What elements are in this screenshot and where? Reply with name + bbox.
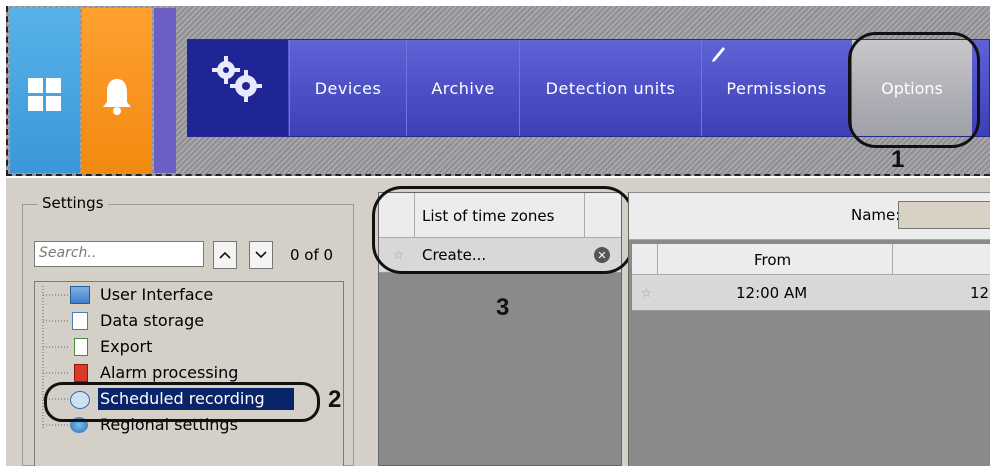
name-input[interactable] [898, 201, 990, 229]
pencil-icon [712, 47, 725, 62]
search-result-count: 0 of 0 [290, 246, 334, 264]
from-column-header: From [754, 251, 792, 269]
callout-number-2: 2 [328, 386, 342, 413]
chevron-down-icon [255, 251, 267, 259]
windows-tile[interactable] [10, 8, 80, 173]
up-arrow-button[interactable] [213, 241, 237, 269]
row-star-icon: ☆ [641, 286, 652, 300]
alarm-processing-icon [74, 364, 88, 382]
nav-detection-units[interactable]: Detection units [519, 40, 701, 136]
nav-archive[interactable]: Archive [406, 40, 519, 136]
callout-oval-1 [848, 32, 980, 148]
settings-title: Settings [38, 194, 108, 212]
callout-oval-3 [372, 186, 634, 274]
callout-oval-2 [44, 382, 320, 422]
to-time-value-partial[interactable]: 12 [970, 284, 989, 302]
gears-icon [212, 56, 262, 102]
nav-permissions[interactable]: Permissions [701, 40, 851, 136]
windows-icon [28, 78, 61, 111]
from-time-value[interactable]: 12:00 AM [736, 284, 807, 302]
nav-devices[interactable]: Devices [289, 40, 406, 136]
schedule-row[interactable] [632, 275, 990, 311]
chevron-up-icon [219, 251, 231, 259]
callout-number-1: 1 [891, 146, 905, 173]
tree-item-alarm-processing[interactable]: Alarm processing [100, 363, 238, 382]
bell-icon [103, 79, 131, 115]
nav-permissions-label: Permissions [726, 78, 827, 98]
alarm-tile[interactable] [82, 8, 152, 173]
tree-item-user-interface[interactable]: User Interface [100, 285, 213, 304]
tree-item-data-storage[interactable]: Data storage [100, 311, 204, 330]
callout-number-3: 3 [496, 294, 510, 321]
settings-gear-button[interactable] [188, 40, 288, 136]
schedule-header-row [632, 244, 990, 275]
export-icon [74, 338, 88, 356]
tree-item-export[interactable]: Export [100, 337, 152, 356]
name-label: Name: [851, 206, 901, 224]
down-arrow-button[interactable] [249, 241, 273, 269]
purple-tile [154, 8, 176, 173]
search-input[interactable]: Search.. [34, 241, 204, 267]
data-storage-icon [72, 312, 88, 330]
monitor-icon [70, 286, 90, 304]
